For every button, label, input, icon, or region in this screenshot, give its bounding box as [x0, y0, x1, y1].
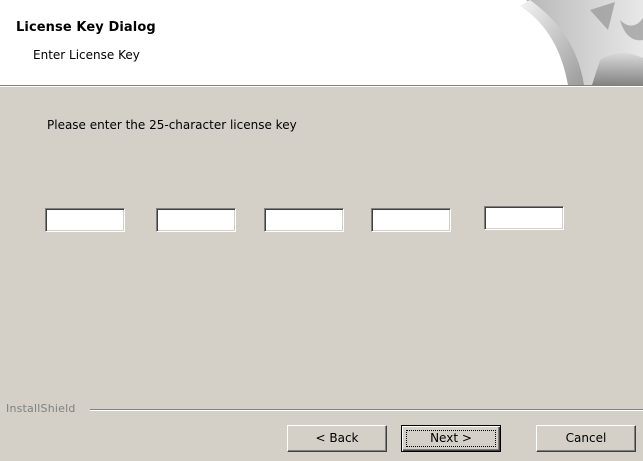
- license-key-dialog: License Key Dialog Enter License Key Ple…: [0, 0, 643, 461]
- dialog-subtitle: Enter License Key: [33, 48, 140, 62]
- license-key-field-3[interactable]: [264, 208, 344, 232]
- license-key-prompt: Please enter the 25-character license ke…: [47, 118, 297, 132]
- cancel-button[interactable]: Cancel: [536, 425, 636, 452]
- next-button[interactable]: Next >: [401, 425, 501, 452]
- back-button-label: < Back: [315, 431, 359, 445]
- footer-separator-highlight: [90, 410, 643, 411]
- cancel-button-label: Cancel: [565, 431, 607, 445]
- license-key-field-2[interactable]: [156, 208, 236, 232]
- license-key-field-1[interactable]: [45, 208, 125, 232]
- header-separator-highlight: [0, 86, 643, 87]
- license-key-field-5[interactable]: [484, 206, 564, 230]
- back-button[interactable]: < Back: [287, 425, 387, 452]
- dialog-header: License Key Dialog Enter License Key: [0, 0, 643, 85]
- installshield-banner-graphic: [520, 0, 643, 85]
- dialog-title: License Key Dialog: [16, 20, 156, 35]
- license-key-field-4[interactable]: [371, 208, 451, 232]
- next-button-label: Next >: [430, 431, 472, 445]
- installshield-brand-label: InstallShield: [6, 402, 76, 415]
